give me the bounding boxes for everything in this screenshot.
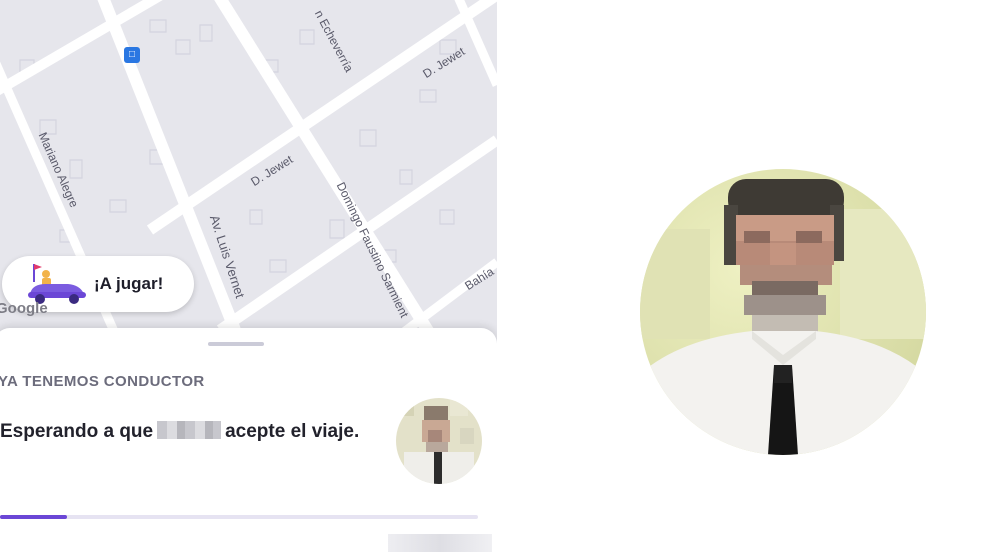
play-game-label: ¡A jugar!	[94, 274, 164, 293]
trip-message-end: acepte el viaje.	[225, 421, 360, 442]
trip-bottom-sheet: YA TENEMOS CONDUCTOR Esperando a que acep…	[0, 328, 497, 558]
trip-waiting-message: Esperando a que acepte el viaje.	[0, 416, 360, 447]
google-attribution: Google	[0, 300, 48, 317]
trip-progress-bar	[0, 515, 478, 519]
driver-profile-photo	[640, 169, 926, 455]
driver-photo-panel	[497, 0, 992, 558]
blurred-driver-name	[157, 421, 222, 439]
sheet-drag-handle[interactable]	[208, 342, 264, 346]
trip-progress-fill	[0, 515, 67, 519]
blurred-footer-text	[388, 534, 492, 552]
map-view[interactable]: n Echeverría D. Jewet D. Jewet Mariano A…	[0, 0, 497, 345]
app-screen: n Echeverría D. Jewet D. Jewet Mariano A…	[0, 0, 497, 558]
driver-avatar-thumbnail[interactable]	[396, 398, 482, 484]
trip-status-heading: YA TENEMOS CONDUCTOR	[0, 373, 205, 390]
trip-message-start: Esperando a que	[0, 421, 154, 442]
bus-stop-icon[interactable]: □	[124, 47, 140, 63]
